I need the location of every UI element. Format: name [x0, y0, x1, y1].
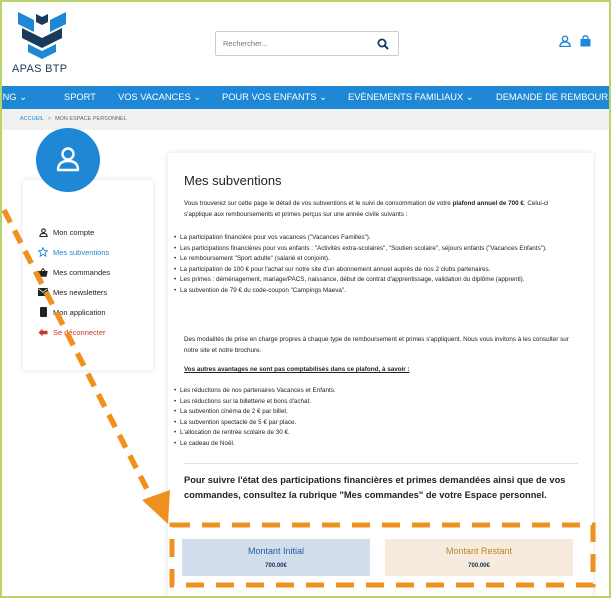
main-navigation: ING ⌄ SPORT VOS VACANCES ⌄ POUR VOS ENFA…	[0, 86, 611, 109]
list-item: La subvention de 79 € du code-coupon "Ca…	[174, 286, 578, 297]
nav-item-demande-de-remboursement[interactable]: DEMANDE DE REMBOURS	[496, 86, 611, 109]
account-sidebar: Mon compte Mes subventions Mes commandes…	[23, 180, 153, 370]
user-account-icon[interactable]	[559, 35, 571, 47]
list-item: Le remboursement "Sport adulte" (salarié…	[174, 254, 578, 265]
list-item: L'allocation de rentrée scolaire de 30 €…	[174, 428, 578, 439]
montant-initial-value: 700.00€	[265, 563, 287, 569]
list-item: La participation financière pour vos vac…	[174, 233, 578, 244]
list-item: Les réductions sur la billetterie et bon…	[174, 397, 578, 408]
star-icon	[38, 247, 48, 257]
logo-mark-icon	[18, 12, 66, 59]
list-item: La subvention spectacle de 5 € par place…	[174, 418, 578, 429]
modalities-paragraph: Des modalités de prise en charge propres…	[184, 336, 569, 354]
sidebar-item-mes-newsletters[interactable]: Mes newsletters	[38, 287, 107, 297]
sidebar-item-mon-application[interactable]: Mon application	[38, 307, 106, 317]
sidebar-item-mes-commandes[interactable]: Mes commandes	[38, 267, 110, 277]
search-box[interactable]	[215, 31, 399, 56]
user-avatar-icon	[56, 147, 80, 172]
montant-restant-label: Montant Restant	[445, 546, 513, 556]
subventions-panel: Mes subventions Vous trouverez sur cette…	[168, 153, 593, 598]
sidebar-item-mes-subventions[interactable]: Mes subventions	[38, 247, 109, 257]
list-item: Les réductions de nos partenaires Vacanc…	[174, 386, 578, 397]
logout-icon	[38, 327, 48, 337]
montant-restant-value: 700.00€	[468, 563, 490, 569]
sidebar-item-label: Mes subventions	[53, 247, 110, 257]
included-benefits-list: La participation financière pour vos vac…	[174, 233, 578, 296]
other-benefits-heading: Vos autres avantages ne sont pas comptab…	[184, 366, 410, 373]
montant-restant-box: Montant Restant 700.00€	[385, 539, 573, 576]
apas-btp-logo[interactable]: APAS BTP	[12, 10, 92, 76]
nav-item-shopping[interactable]: ING ⌄	[0, 86, 27, 109]
search-icon[interactable]	[377, 38, 389, 50]
page-title: Mes subventions	[184, 173, 282, 188]
list-item: Les participations financières pour vos …	[174, 244, 578, 255]
montant-initial-box: Montant Initial 700.00€	[182, 539, 370, 576]
nav-item-evenements-familiaux[interactable]: EVÈNEMENTS FAMILIAUX ⌄	[348, 86, 474, 109]
intro-paragraph: Vous trouverez sur cette page le détail …	[184, 200, 549, 218]
sidebar-item-label: Mes newsletters	[53, 287, 108, 297]
follow-orders-notice: Pour suivre l'état des participations fi…	[184, 475, 566, 500]
shopping-bag-icon[interactable]	[580, 35, 591, 47]
user-icon	[38, 227, 48, 237]
site-header: APAS BTP	[0, 0, 611, 86]
montant-initial-label: Montant Initial	[247, 546, 305, 556]
breadcrumb-home-link[interactable]: ACCUEIL	[20, 116, 44, 122]
basket-icon	[38, 267, 48, 277]
sidebar-item-label: Mon compte	[53, 227, 95, 237]
search-input[interactable]	[216, 32, 366, 55]
sidebar-item-label: Mes commandes	[53, 267, 111, 277]
phone-icon	[38, 307, 48, 317]
annotation-arrow-head-icon	[142, 490, 170, 524]
envelope-icon	[38, 287, 48, 297]
list-item: Les primes : déménagement, mariage/PACS,…	[174, 275, 578, 286]
sidebar-item-mon-compte[interactable]: Mon compte	[38, 227, 94, 237]
sidebar-item-label: Mon application	[53, 307, 106, 317]
breadcrumb-separator: >	[47, 116, 52, 122]
sidebar-item-label: Se déconnecter	[53, 327, 106, 337]
breadcrumb: ACCUEIL > MON ESPACE PERSONNEL	[0, 109, 611, 130]
list-item: La subvention cinéma de 2 € par billet.	[174, 407, 578, 418]
list-item: La participation de 100 € pour l'achat s…	[174, 265, 578, 276]
nav-item-sport[interactable]: SPORT	[64, 86, 96, 109]
logo-text: APAS BTP	[12, 63, 68, 75]
nav-item-pour-vos-enfants[interactable]: POUR VOS ENFANTS ⌄	[222, 86, 327, 109]
avatar	[36, 128, 100, 192]
annual-ceiling-highlight: plafond annuel de 700 €	[452, 200, 524, 207]
divider	[184, 463, 578, 464]
nav-item-vos-vacances[interactable]: VOS VACANCES ⌄	[118, 86, 201, 109]
sidebar-item-se-deconnecter[interactable]: Se déconnecter	[38, 327, 106, 337]
breadcrumb-current: MON ESPACE PERSONNEL	[55, 116, 127, 122]
list-item: Le cadeau de Noël.	[174, 439, 578, 450]
other-benefits-list: Les réductions de nos partenaires Vacanc…	[174, 386, 578, 449]
